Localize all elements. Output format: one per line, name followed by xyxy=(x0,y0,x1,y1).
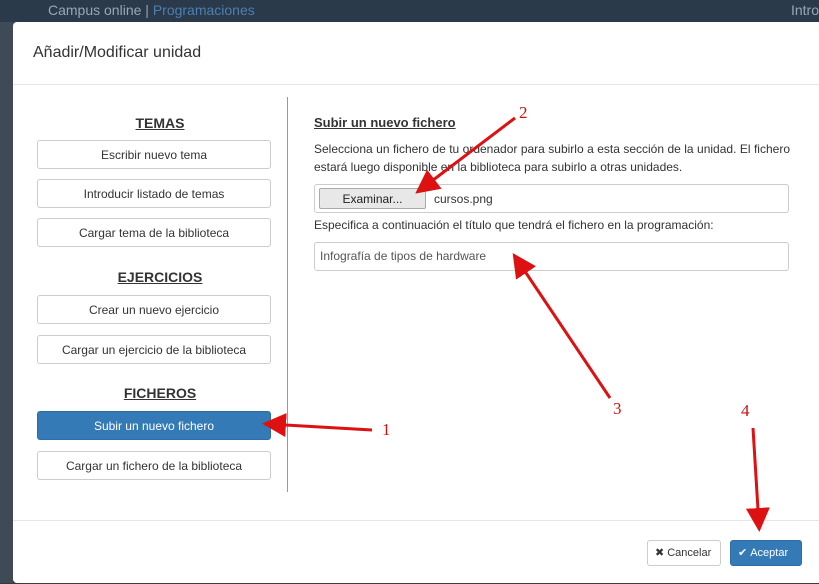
section-heading-ejercicios: EJERCICIOS xyxy=(117,269,203,285)
background-breadcrumb: Campus online | Programaciones xyxy=(48,2,255,18)
accept-button[interactable]: ✔ Aceptar xyxy=(730,540,802,566)
file-title-input[interactable]: Infografía de tipos de hardware xyxy=(314,242,789,271)
background-menu-intro: Intro xyxy=(790,2,819,18)
upload-heading: Subir un nuevo fichero xyxy=(314,115,456,130)
modal-title: Añadir/Modificar unidad xyxy=(33,44,202,61)
background-app-header: Campus online | Programaciones Intro xyxy=(0,0,819,22)
section-heading-ficheros: FICHEROS xyxy=(123,385,197,401)
browse-file-button[interactable]: Examinar... xyxy=(319,188,426,209)
upload-description: Selecciona un fichero de tu ordenador pa… xyxy=(314,142,790,174)
accept-button-label: Aceptar xyxy=(750,547,789,559)
modal-dialog: Añadir/Modificar unidad TEMAS Escribir n… xyxy=(13,22,819,583)
upload-new-file-button[interactable]: Subir un nuevo fichero xyxy=(37,411,271,440)
cancel-button[interactable]: ✖ Cancelar xyxy=(647,540,721,566)
write-new-topic-button[interactable]: Escribir nuevo tema xyxy=(37,140,271,169)
load-file-from-library-button[interactable]: Cargar un fichero de la biblioteca xyxy=(37,451,271,480)
load-topic-from-library-button[interactable]: Cargar tema de la biblioteca xyxy=(37,218,271,247)
close-icon: ✖ xyxy=(655,547,665,559)
create-new-exercise-button[interactable]: Crear un nuevo ejercicio xyxy=(37,295,271,324)
enter-topic-list-button[interactable]: Introducir listado de temas xyxy=(37,179,271,208)
background-sidebar xyxy=(0,22,13,583)
left-panel: TEMAS Escribir nuevo tema Introducir lis… xyxy=(33,97,288,492)
modal-footer: ✖ Cancelar ✔ Aceptar xyxy=(13,520,819,584)
file-input[interactable]: Examinar... cursos.png xyxy=(314,184,789,213)
file-title-prompt: Especifica a continuación el título que … xyxy=(314,218,714,232)
load-exercise-from-library-button[interactable]: Cargar un ejercicio de la biblioteca xyxy=(37,335,271,364)
section-heading-temas: TEMAS xyxy=(135,115,185,131)
background-link-programaciones: Programaciones xyxy=(152,2,255,18)
cancel-button-label: Cancelar xyxy=(667,547,712,559)
checkmark-icon: ✔ xyxy=(738,547,748,559)
background-title: Campus online | xyxy=(48,2,149,18)
modal-header: Añadir/Modificar unidad xyxy=(13,22,819,85)
selected-file-name: cursos.png xyxy=(434,192,493,206)
